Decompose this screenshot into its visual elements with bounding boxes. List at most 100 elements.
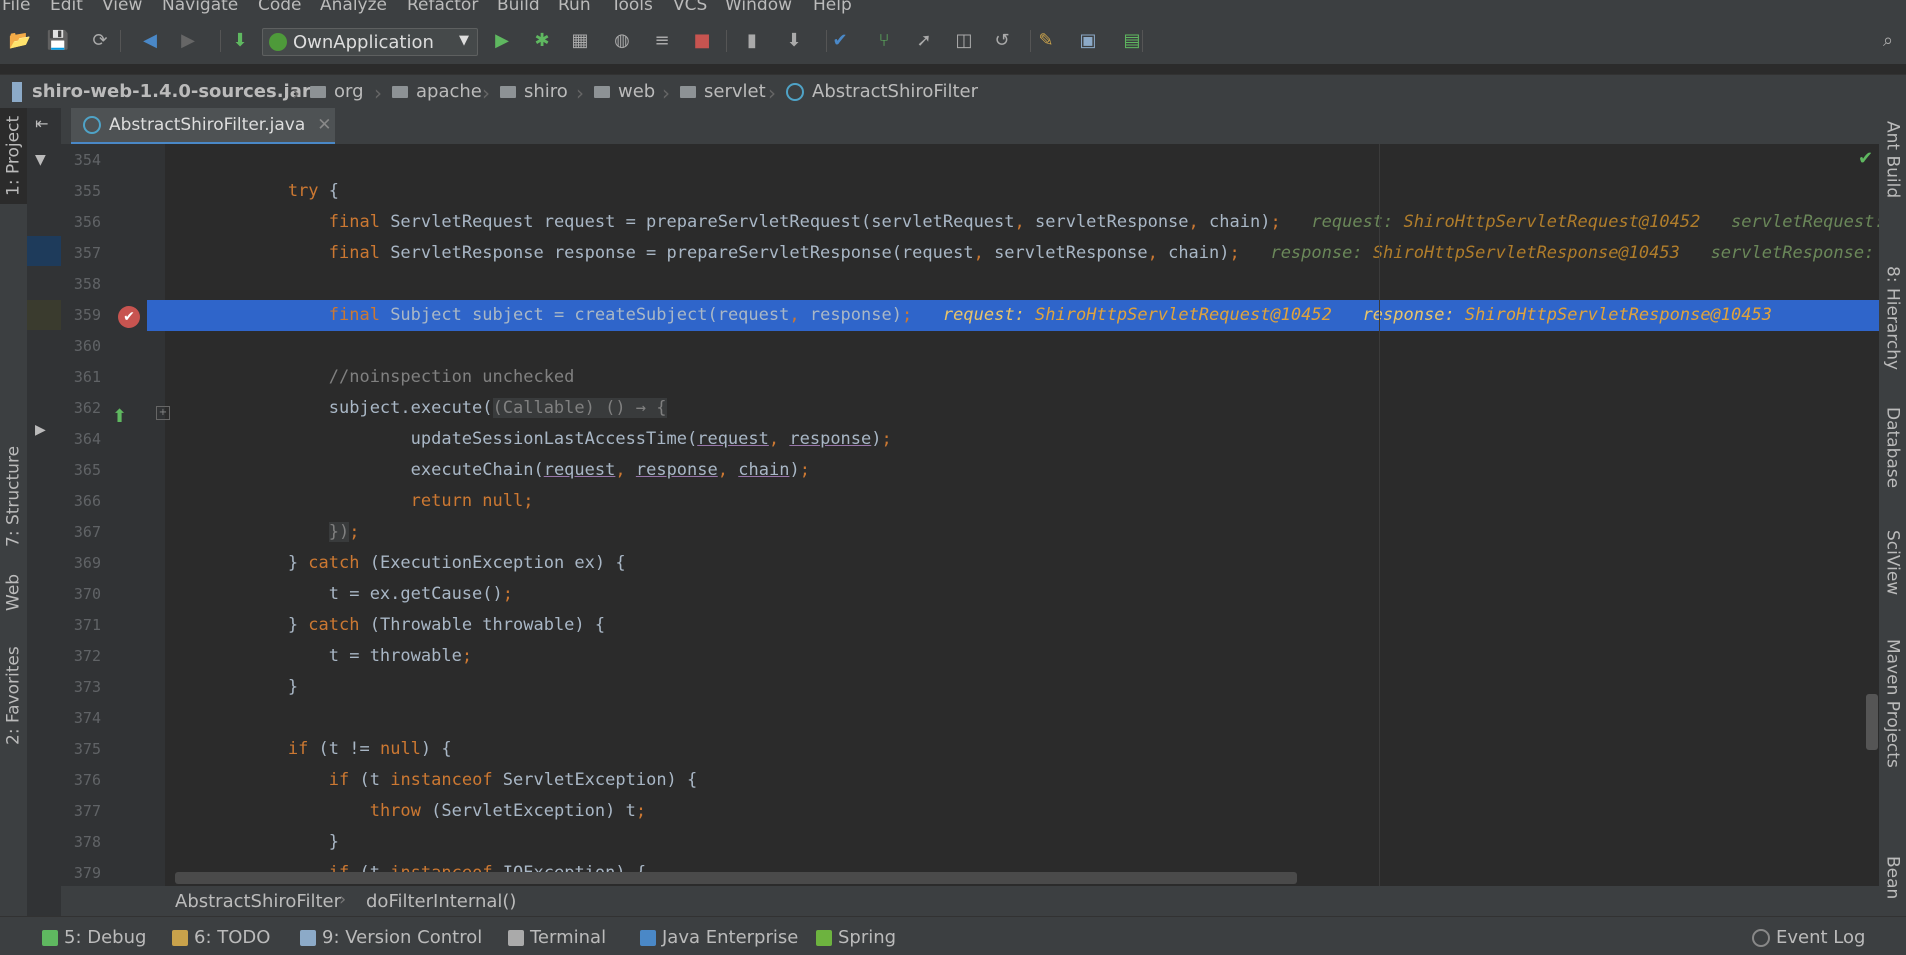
open-folder-icon[interactable]: 📂 [8, 28, 32, 52]
tool-tab-bean[interactable]: Bean [1879, 848, 1906, 908]
menu-run[interactable]: Run [558, 0, 591, 15]
menu-code[interactable]: Code [258, 0, 302, 15]
code-editor[interactable]: try { final ServletRequest request = pre… [165, 144, 1879, 886]
code-token: final [328, 305, 380, 325]
project-structure-icon[interactable]: ▣ [1076, 28, 1100, 52]
tool-tab-sciview[interactable]: SciView [1879, 518, 1906, 608]
menu-navigate[interactable]: Navigate [162, 0, 238, 15]
breadcrumb-jar[interactable]: shiro-web-1.4.0-sources.jar [12, 81, 311, 102]
breadcrumb-package-org[interactable]: org [310, 81, 364, 102]
code-line[interactable]: throw (ServletException) t; [165, 796, 1879, 827]
tool-window-todo[interactable]: 6: TODO [172, 927, 270, 948]
tool-tab-database[interactable]: Database [1879, 398, 1906, 498]
code-line[interactable]: t = throwable; [165, 641, 1879, 672]
tool-tab-project[interactable]: 1: Project [0, 108, 27, 204]
line-number: 364 [73, 430, 101, 448]
menu-help[interactable]: Help [813, 0, 852, 15]
tool-window-debug[interactable]: 5: Debug [42, 927, 146, 948]
editor-tab-abstractshirofilter[interactable]: AbstractShiroFilter.java ✕ [71, 108, 335, 145]
code-line[interactable]: } [165, 827, 1879, 858]
vcs-commit-icon[interactable]: ⑂ [872, 28, 896, 52]
sync-icon[interactable]: ⟳ [88, 28, 112, 52]
code-line[interactable]: if (t instanceof ServletException) { [165, 765, 1879, 796]
back-icon[interactable]: ◀ [138, 28, 162, 52]
breadcrumb-package-web[interactable]: web [594, 81, 655, 102]
build-icon[interactable]: ⬇ [228, 28, 252, 52]
code-line[interactable]: if (t != null) { [165, 734, 1879, 765]
code-line[interactable]: } catch (Throwable throwable) { [165, 610, 1879, 641]
tool-window-java-enterprise[interactable]: Java Enterprise [640, 927, 798, 948]
triangle-right-icon[interactable]: ▶ [35, 422, 46, 438]
forward-icon[interactable]: ▶ [176, 28, 200, 52]
code-line[interactable]: final ServletResponse response = prepare… [165, 238, 1879, 269]
code-token: //noinspection unchecked [328, 367, 575, 387]
coverage-icon[interactable]: ▦ [568, 28, 592, 52]
sdk-icon[interactable]: ▤ [1120, 28, 1144, 52]
tool-window-terminal[interactable]: Terminal [508, 927, 606, 948]
revert-icon[interactable]: ↺ [990, 28, 1014, 52]
breadcrumb-package-shiro[interactable]: shiro [500, 81, 568, 102]
breadcrumb-method[interactable]: doFilterInternal() [366, 891, 516, 912]
tool-window-version-control[interactable]: 9: Version Control [300, 927, 482, 948]
tool-window-spring[interactable]: Spring [816, 927, 896, 948]
code-line[interactable]: } [165, 672, 1879, 703]
breadcrumb-class[interactable]: AbstractShiroFilter [786, 81, 978, 102]
vcs-push-icon[interactable]: ➚ [912, 28, 936, 52]
fold-toggle-icon[interactable]: + [156, 406, 170, 420]
tool-tab-structure[interactable]: 7: Structure [0, 436, 27, 556]
code-line[interactable]: subject.execute((Callable) () → { [165, 393, 1879, 424]
tool-tab-web[interactable]: Web [0, 560, 27, 624]
run-configuration-select[interactable]: OwnApplication ▼ [262, 28, 478, 56]
tool-tab-maven-projects[interactable]: Maven Projects [1879, 628, 1906, 778]
code-line[interactable]: t = ex.getCause(); [165, 579, 1879, 610]
save-icon[interactable]: 💾 [46, 28, 70, 52]
profile-icon[interactable]: ◍ [610, 28, 634, 52]
vcs-history-icon[interactable]: ◫ [952, 28, 976, 52]
code-line[interactable]: executeChain(request, response, chain); [165, 455, 1879, 486]
horizontal-scrollbar[interactable] [175, 872, 1297, 884]
code-line[interactable] [165, 331, 1879, 362]
menu-view[interactable]: View [102, 0, 142, 15]
breadcrumb-class[interactable]: AbstractShiroFilter [175, 891, 341, 912]
debug-icon[interactable]: ✱ [530, 28, 554, 52]
triangle-down-icon[interactable]: ▼ [35, 152, 46, 168]
stop-icon[interactable]: ■ [690, 28, 714, 52]
bookmark-icon[interactable]: ▮ [740, 28, 764, 52]
code-line[interactable]: //noinspection unchecked [165, 362, 1879, 393]
collapse-icon[interactable]: ⇤ [35, 114, 48, 133]
vertical-scrollbar[interactable] [1866, 694, 1878, 750]
tool-tab-ant-build[interactable]: Ant Build [1879, 118, 1906, 202]
code-line[interactable]: }); [165, 517, 1879, 548]
vcs-update-icon[interactable]: ✔ [828, 28, 852, 52]
menu-vcs[interactable]: VCS [673, 0, 707, 15]
menu-file[interactable]: File [2, 0, 30, 15]
code-line[interactable] [165, 703, 1879, 734]
menu-build[interactable]: Build [497, 0, 540, 15]
tool-tab-hierarchy[interactable]: 8: Hierarchy [1879, 258, 1906, 378]
breakpoint-icon[interactable]: ✔ [118, 306, 140, 328]
tool-tab-favorites[interactable]: 2: Favorites [0, 636, 27, 756]
code-line[interactable]: try { [165, 176, 1879, 207]
code-line[interactable]: } catch (ExecutionException ex) { [165, 548, 1879, 579]
attach-icon[interactable]: ⬇ [782, 28, 806, 52]
code-line-current[interactable]: final Subject subject = createSubject(re… [165, 300, 1879, 331]
search-icon[interactable]: ⌕ [1876, 28, 1900, 52]
settings-icon[interactable]: ✎ [1034, 28, 1058, 52]
rerun-icon[interactable]: ≡ [650, 28, 674, 52]
close-icon[interactable]: ✕ [317, 115, 331, 135]
menu-refactor[interactable]: Refactor [407, 0, 478, 15]
code-line[interactable] [165, 145, 1879, 176]
code-line[interactable]: updateSessionLastAccessTime(request, res… [165, 424, 1879, 455]
menu-analyze[interactable]: Analyze [320, 0, 387, 15]
event-log-button[interactable]: Event Log [1752, 927, 1865, 948]
breadcrumb-package-apache[interactable]: apache [392, 81, 482, 102]
run-icon[interactable]: ▶ [490, 28, 514, 52]
menu-tools[interactable]: Tools [611, 0, 653, 15]
code-line[interactable]: return null; [165, 486, 1879, 517]
code-line[interactable] [165, 269, 1879, 300]
menu-edit[interactable]: Edit [50, 0, 83, 15]
lambda-execute-icon[interactable]: ⬆ [112, 406, 127, 427]
code-line[interactable]: final ServletRequest request = prepareSe… [165, 207, 1879, 238]
menu-window[interactable]: Window [725, 0, 792, 15]
breadcrumb-package-servlet[interactable]: servlet [680, 81, 766, 102]
